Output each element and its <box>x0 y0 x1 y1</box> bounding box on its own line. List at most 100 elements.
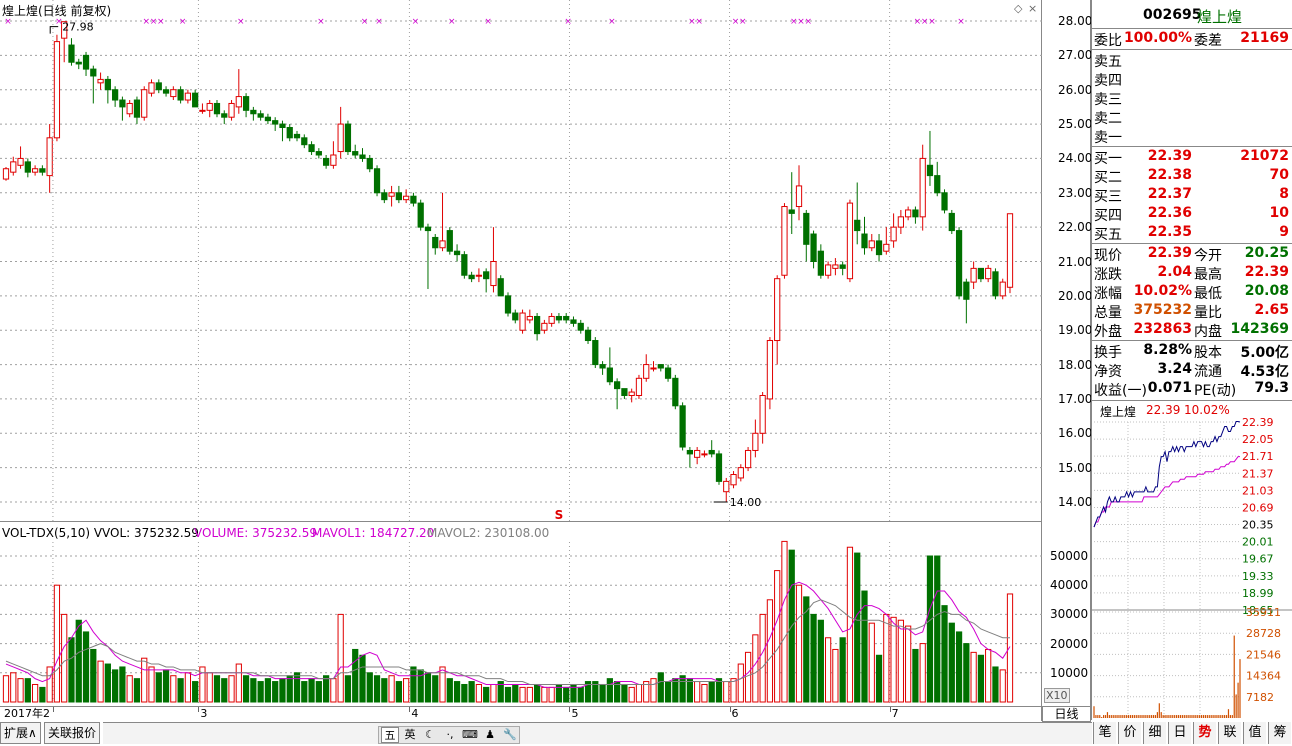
volume-bar-up <box>235 663 242 703</box>
period-tab-fill <box>1042 722 1092 744</box>
right-tab[interactable]: 细 <box>1143 722 1166 744</box>
row-label: 买一 <box>1094 151 1122 167</box>
row-value: 22.36 <box>1147 205 1192 221</box>
row-label: 卖二 <box>1094 111 1122 127</box>
signal-marker: × <box>805 17 813 27</box>
volume-bar-down <box>410 666 417 703</box>
signal-marker: × <box>4 17 12 27</box>
candle-up <box>439 240 446 249</box>
candle-down <box>679 405 686 448</box>
ime-item[interactable]: 英 <box>401 727 419 743</box>
volume-bar-down <box>715 678 723 703</box>
candle-up <box>475 274 483 277</box>
row-label: 净资 <box>1094 364 1122 380</box>
candle-down <box>221 113 228 118</box>
row-label: 总量 <box>1094 305 1122 321</box>
volume-bar-down <box>308 678 315 703</box>
sell-row: 卖三 <box>1092 89 1292 108</box>
ime-item[interactable]: 五 <box>381 727 399 743</box>
right-tab[interactable]: 日 <box>1168 722 1191 744</box>
ime-item[interactable]: ⌨ <box>461 727 479 743</box>
row-label: 卖五 <box>1094 54 1122 70</box>
candle-down <box>912 209 919 218</box>
candle-down <box>286 127 293 139</box>
candle-down <box>162 89 170 94</box>
volume-bar-down <box>279 678 286 703</box>
ime-item[interactable]: ·, <box>441 727 459 743</box>
volume-bar-down <box>453 681 461 703</box>
signal-marker: × <box>739 17 747 27</box>
candle-up <box>730 474 737 486</box>
row-value-2: 22.39 <box>1244 264 1289 280</box>
candle-down <box>112 89 119 101</box>
volume-bar-down <box>90 648 97 703</box>
candle-down <box>810 233 817 262</box>
ime-item[interactable]: ☾ <box>421 727 439 743</box>
mini-price-tick: 20.69 <box>1242 501 1274 514</box>
ime-item[interactable]: ♟ <box>481 727 499 743</box>
candle-down <box>410 195 417 204</box>
mini-vol-tick: 35911 <box>1246 606 1281 619</box>
volume-bar-down <box>395 681 402 703</box>
volume-bar-down <box>934 555 941 703</box>
row-label-2: 今开 <box>1194 248 1222 264</box>
date-tick-label: 7 <box>891 707 899 720</box>
date-tick-line <box>729 707 731 712</box>
period-tab[interactable]: 日线 <box>1042 706 1091 722</box>
volume-panel[interactable]: VOL-TDX(5,10) VVOL: 375232.59 VOLUME: 37… <box>0 522 1042 706</box>
price-axis: 28.00 27.00 26.00 25.00 24.00 23.00 22.00 21.00… <box>1042 0 1092 522</box>
volume-bar-down <box>162 669 170 703</box>
volume-bar-down <box>359 654 366 703</box>
volume-bar-down <box>257 681 264 703</box>
volume-bar-down <box>977 654 985 703</box>
candle-down <box>68 44 75 63</box>
candle-up <box>126 102 133 115</box>
kline-panel[interactable]: 煌上煌(日线 前复权) ◇ × × × × × × × × × × × × × × × × × × × × × × × × ×… <box>0 0 1042 522</box>
candle-up <box>199 109 206 112</box>
candle-up <box>170 89 177 98</box>
candle-up <box>337 123 344 153</box>
signal-marker: × <box>361 17 369 27</box>
right-tab[interactable]: 价 <box>1118 722 1141 744</box>
signal-marker: × <box>237 17 245 27</box>
row-value-2: 5.00亿 <box>1240 345 1289 361</box>
candle-down <box>592 340 599 366</box>
volume-bar-up <box>97 660 104 703</box>
row-value: 22.39 <box>1147 245 1192 261</box>
row-value-2: 142369 <box>1230 321 1289 337</box>
right-tab[interactable]: 笔 <box>1093 722 1116 744</box>
related-quote-tab[interactable]: 关联报价 <box>44 722 101 744</box>
volume-bar-down <box>133 678 141 703</box>
candle-down <box>664 367 672 379</box>
expand-tab[interactable]: 扩展∧ <box>0 722 41 744</box>
date-tick-line <box>889 707 891 712</box>
right-tab[interactable]: 联 <box>1218 722 1241 744</box>
volume-bar-up <box>46 666 53 703</box>
volume-bar-down <box>104 663 111 703</box>
candle-down <box>686 449 694 455</box>
stat-row: 外盘 232863 内盘 142369 <box>1092 321 1292 340</box>
candle-down <box>941 192 948 211</box>
volume-bar-down <box>512 683 519 703</box>
mini-chart[interactable]: 煌上煌 22.39 10.02% 22.39 22.05 21.71 21.37 21.… <box>1091 400 1292 720</box>
volume-bar-down <box>708 681 715 703</box>
candle-down <box>854 219 861 232</box>
right-tab[interactable]: 筹 <box>1268 722 1291 744</box>
candle-down <box>599 364 606 369</box>
candle-down <box>75 61 82 65</box>
candle-down <box>352 151 359 156</box>
candle-up <box>999 281 1006 297</box>
right-tab[interactable]: 势 <box>1193 722 1216 744</box>
candle-up <box>235 96 242 108</box>
candle-down <box>715 453 723 482</box>
row-value-2: 8 <box>1279 186 1289 202</box>
candle-down <box>570 319 577 324</box>
ime-toolbar[interactable]: 五英 ☾ ·, ⌨ ♟ 🔧 <box>378 726 520 744</box>
candle-up <box>635 377 643 396</box>
right-tab[interactable]: 值 <box>1243 722 1266 744</box>
sell-row: 卖一 <box>1092 127 1292 146</box>
volume-bar-down <box>264 678 272 703</box>
ime-item[interactable]: 🔧 <box>501 727 519 743</box>
row-value-2: 2.65 <box>1254 302 1289 318</box>
high-annotation-arrow <box>49 26 59 34</box>
